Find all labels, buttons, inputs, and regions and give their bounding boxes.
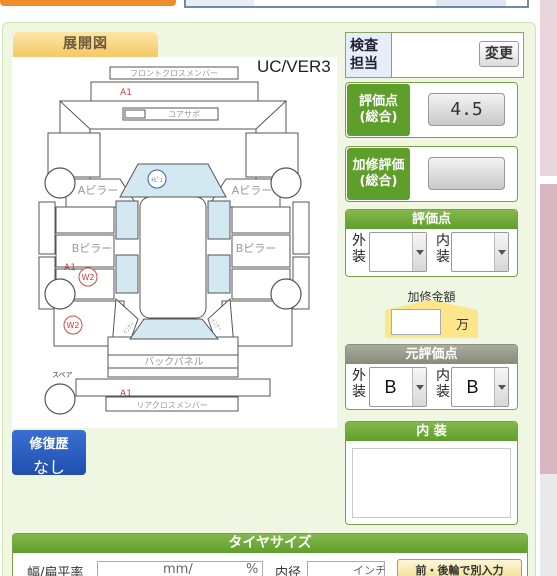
inspection-page: 展開図 フロントクロスメンバー コアサポ Aピラー Aピラー Bピラー Bピラー… [0, 0, 557, 576]
interior-notes-section: 内 装 [345, 421, 518, 525]
car-diagram[interactable]: フロントクロスメンバー コアサポ Aピラー Aピラー Bピラー Bピラー バック… [12, 57, 337, 428]
repair-score-button[interactable] [428, 157, 505, 190]
damage-mark[interactable]: W2 [82, 273, 95, 282]
original-interior-label: 内装 [436, 368, 450, 400]
tire-inch-unit: インチ [353, 564, 386, 576]
chevron-down-icon[interactable] [494, 368, 508, 406]
original-score-section: 元評価点 外装 B 内装 B [345, 344, 518, 410]
exterior-label: 外装 [352, 233, 366, 265]
repair-amount-input[interactable] [391, 309, 441, 335]
label-roof-mark: ﾄﾋﾟｪ [151, 177, 163, 184]
interior-score-value [452, 233, 493, 271]
chevron-down-icon[interactable] [412, 368, 426, 406]
score-section: 評価点 外装 内装 [345, 209, 518, 277]
original-exterior-value: B [384, 377, 397, 397]
score-section-title: 評価点 [346, 210, 517, 229]
inspector-label: 検査担当 [346, 33, 392, 77]
tire-mm-unit: mm/ [163, 562, 193, 576]
damage-mark[interactable]: W2 [67, 321, 80, 330]
car-diagram-svg: フロントクロスメンバー コアサポ Aピラー Aピラー Bピラー Bピラー バック… [38, 66, 310, 415]
repair-amount-area: 加修金額 万 [385, 288, 478, 338]
original-exterior-label: 外装 [352, 368, 366, 400]
tire-width-label: 幅/扁平率 [27, 566, 84, 576]
overall-score-box: 評価点(総合) 4.5 [345, 82, 518, 138]
original-score-title: 元評価点 [346, 345, 517, 364]
original-interior-select[interactable]: B [451, 367, 509, 407]
overall-score-label-text: 評価点(総合) [358, 94, 398, 125]
top-field-label [186, 0, 254, 6]
label-back-panel: バックパネル [144, 356, 204, 368]
tire-size-title: タイヤサイズ [13, 534, 527, 553]
chevron-down-icon[interactable] [412, 233, 426, 271]
interior-label: 内装 [436, 233, 450, 265]
original-interior-value: B [466, 377, 479, 397]
label-b-pillar-left: Bピラー [72, 242, 113, 255]
repair-history-value: なし [32, 458, 65, 477]
interior-score-select[interactable] [451, 232, 509, 272]
damage-mark[interactable]: A1 [120, 88, 132, 98]
label-a-pillar-left: Aピラー [78, 184, 119, 197]
repair-history-label: 修復歴 [29, 437, 69, 452]
label-front-cross-member: フロントクロスメンバー [130, 69, 218, 78]
top-date-field [184, 0, 529, 8]
right-strip-block [540, 184, 557, 474]
repair-score-box: 加修評価(総合) [345, 146, 518, 202]
overall-score-label: 評価点(総合) [347, 84, 410, 136]
change-inspector-button[interactable]: 変更 [479, 41, 519, 67]
label-a-pillar-right: Aピラー [232, 184, 273, 197]
repair-history-button[interactable]: 修復歴 なし [12, 430, 86, 477]
original-exterior-select[interactable]: B [369, 367, 427, 407]
damage-mark[interactable]: A1 [64, 263, 76, 273]
interior-notes-title: 内 装 [346, 422, 517, 441]
label-spare: スペア [52, 371, 73, 379]
tire-inner-label: 内径 [275, 566, 302, 576]
overall-score-button[interactable]: 4.5 [428, 93, 505, 126]
repair-score-label-text: 加修評価(総合) [352, 158, 405, 189]
exterior-score-value [370, 233, 411, 271]
chevron-down-icon[interactable] [494, 233, 508, 271]
tire-size-row: 幅/扁平率 mm/ % 内径 インチ 前・後輪で別入力 [13, 556, 527, 576]
top-tab-edge[interactable] [0, 0, 176, 6]
top-field-button[interactable] [436, 0, 506, 6]
interior-notes-textarea[interactable] [352, 448, 511, 518]
tire-pct-unit: % [246, 562, 259, 576]
label-core-support: コアサポ [168, 110, 200, 119]
diagram-tab: 展開図 [13, 32, 158, 57]
exterior-score-select[interactable] [369, 232, 427, 272]
repair-amount-unit: 万 [456, 318, 470, 333]
tire-split-button[interactable]: 前・後輪で別入力 [397, 559, 522, 576]
damage-mark[interactable]: A1 [120, 389, 132, 399]
model-code: UC/VER3 [257, 57, 331, 76]
label-rear-cross-member: リアクロスメンバー [136, 401, 208, 410]
tire-size-section: タイヤサイズ 幅/扁平率 mm/ % 内径 インチ 前・後輪で別入力 [12, 533, 528, 576]
right-strip-block [540, 474, 557, 576]
right-side-panel [540, 0, 557, 576]
label-b-pillar-right: Bピラー [236, 242, 277, 255]
repair-score-label: 加修評価(総合) [347, 148, 410, 200]
right-strip-block [540, 0, 557, 176]
right-strip-gap [540, 176, 557, 184]
inspector-box: 検査担当 変更 [345, 32, 524, 78]
